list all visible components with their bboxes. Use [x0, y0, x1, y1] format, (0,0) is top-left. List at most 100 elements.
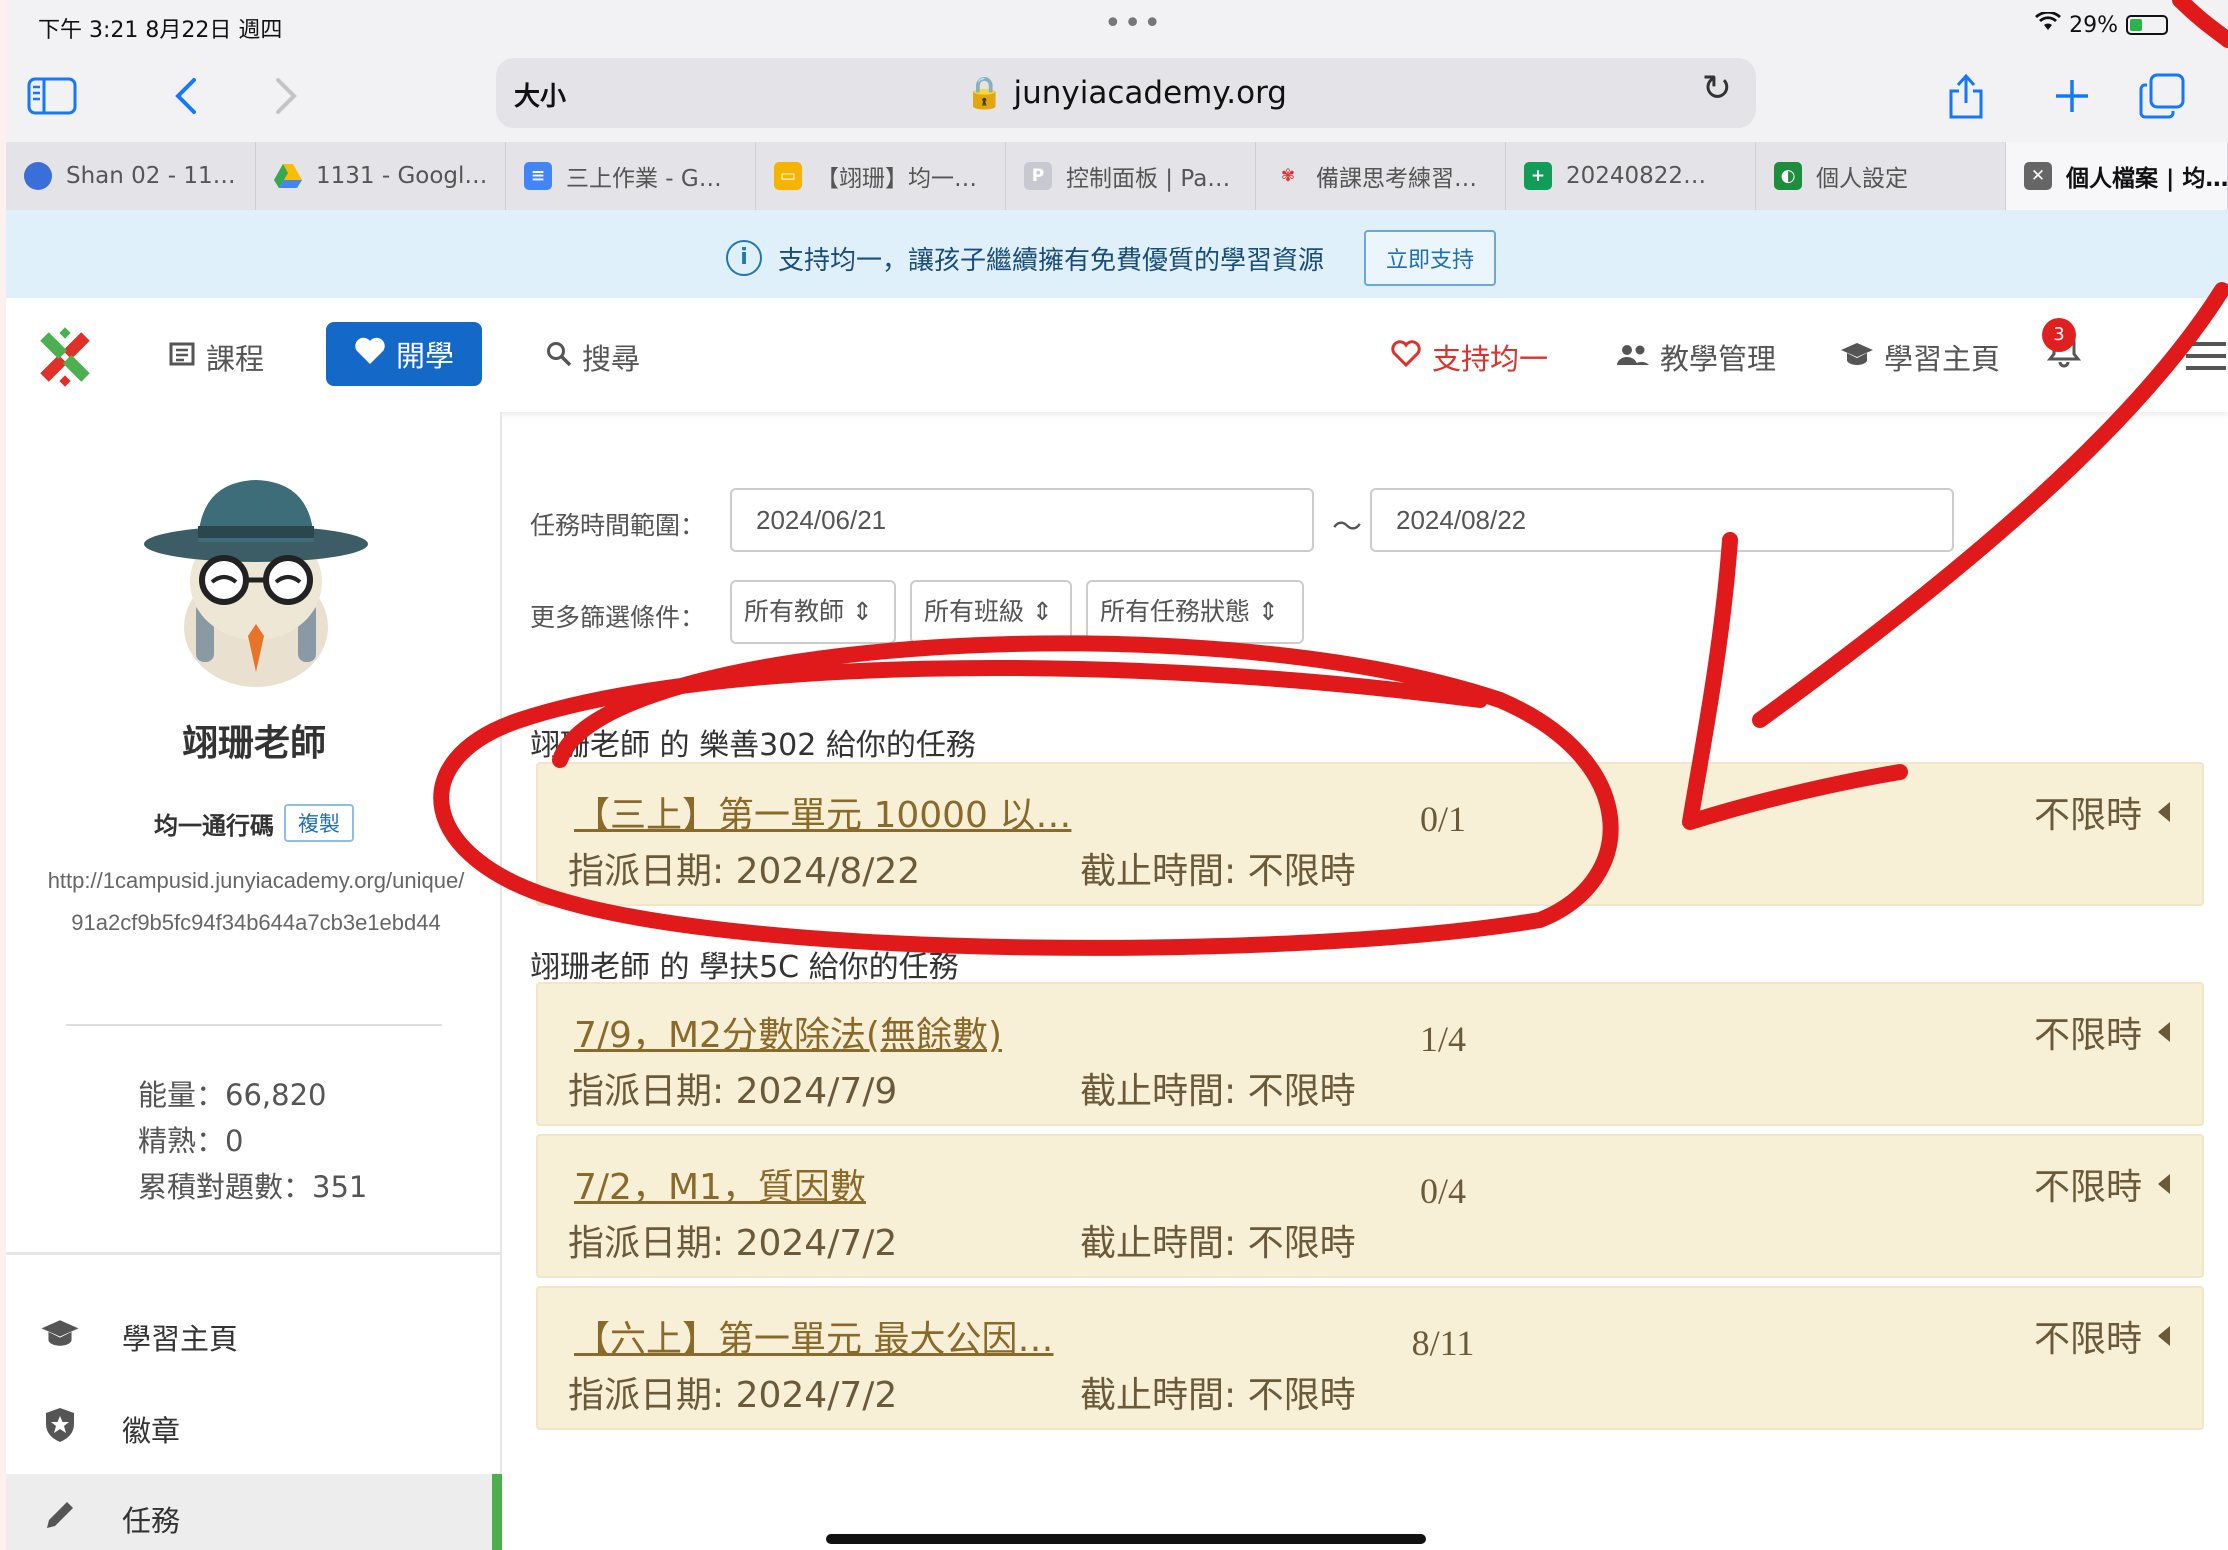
- task-deadline: 截止時間: 不限時: [1080, 1375, 1356, 1416]
- reload-icon[interactable]: ↻: [1702, 68, 1732, 109]
- pencil-icon: [38, 1498, 82, 1541]
- task-assigned-date: 指派日期: 2024/7/9: [568, 1071, 898, 1112]
- close-tab-icon[interactable]: ✕: [2024, 162, 2052, 190]
- url-text: 🔒 junyiacademy.org: [965, 75, 1287, 111]
- task-deadline: 截止時間: 不限時: [1080, 851, 1356, 892]
- lock-icon: 🔒: [965, 75, 1004, 111]
- teacher-select[interactable]: 所有教師 ⇕: [730, 580, 896, 644]
- google-docs-icon: ≡: [524, 162, 552, 190]
- copy-button[interactable]: 複製: [284, 804, 354, 842]
- info-icon: i: [726, 240, 762, 276]
- task-progress: 1/4: [1419, 1019, 1466, 1059]
- sidebar-toggle-icon[interactable]: [22, 66, 82, 126]
- support-banner: i 支持均一，讓孩子繼續擁有免費優質的學習資源 立即支持: [6, 210, 2228, 298]
- home-indicator[interactable]: [826, 1534, 1426, 1544]
- sidebar-item-badges[interactable]: 徽章: [6, 1384, 502, 1474]
- tab-overview-icon[interactable]: [2132, 66, 2192, 126]
- task-time-limit[interactable]: 不限時: [2034, 1310, 2170, 1362]
- group-title: 翊珊老師 的 樂善302 給你的任務: [530, 728, 976, 763]
- profile-sidebar: 翊珊老師 均一通行碼 複製 http://1campusid.junyiacad…: [6, 412, 502, 1550]
- nav-support-junyi[interactable]: 支持均一: [1390, 336, 1548, 378]
- tab-google-sheets[interactable]: +20240822…: [1506, 142, 1756, 210]
- task-title-link[interactable]: 7/2，M1，質因數: [574, 1158, 866, 1210]
- new-tab-icon[interactable]: [2042, 66, 2102, 126]
- nav-courses[interactable]: 課程: [168, 336, 264, 378]
- hamburger-menu-icon[interactable]: [2186, 342, 2226, 378]
- google-classroom-icon: ◐: [1774, 162, 1802, 190]
- battery-percent: 29%: [2069, 12, 2118, 38]
- tab-google-slides[interactable]: ▭ 【翊珊】均一…: [756, 142, 1006, 210]
- google-drive-icon: [274, 162, 302, 190]
- sidebar-item-tasks[interactable]: 任務: [6, 1474, 502, 1550]
- task-progress: 8/11: [1411, 1323, 1475, 1363]
- battery-icon: [2126, 15, 2168, 35]
- sidebar-item-learning-home[interactable]: 學習主頁: [6, 1292, 502, 1382]
- tasks-panel: 任務時間範圍： 2024/06/21 ～ 2024/08/22 更多篩選條件： …: [502, 412, 2228, 1550]
- divider: [6, 1252, 502, 1255]
- junyi-logo-icon[interactable]: [34, 326, 96, 388]
- avatar[interactable]: [136, 452, 376, 692]
- tab-junyi-practice[interactable]: ✾ 備課思考練習…: [1256, 142, 1506, 210]
- task-deadline: 截止時間: 不限時: [1080, 1071, 1356, 1112]
- junyi-pass-row: 均一通行碼 複製: [6, 804, 502, 842]
- ipad-screen: 下午 3:21 8月22日 週四 ••• 29% 大小 🔒 junyiacade…: [6, 0, 2228, 1550]
- nav-learning-home[interactable]: 學習主頁: [1840, 336, 2000, 378]
- pass-label: 均一通行碼: [154, 811, 274, 840]
- task-time-limit[interactable]: 不限時: [2034, 1006, 2170, 1058]
- task-assigned-date: 指派日期: 2024/7/2: [568, 1375, 898, 1416]
- group-title: 翊珊老師 的 學扶5C 給你的任務: [530, 950, 959, 985]
- class-select[interactable]: 所有班級 ⇕: [910, 580, 1072, 644]
- tab-shan[interactable]: Shan 02 - 11…: [6, 142, 256, 210]
- caret-left-icon: [2158, 1326, 2170, 1346]
- task-title-link[interactable]: 7/9，M2分數除法(無餘數): [574, 1006, 1002, 1058]
- tab-google-docs[interactable]: ≡ 三上作業 - G…: [506, 142, 756, 210]
- multitasking-dots-icon[interactable]: •••: [1104, 6, 1163, 41]
- share-icon[interactable]: [1936, 66, 1996, 126]
- caret-left-icon: [2158, 1022, 2170, 1042]
- junyi-icon: ✾: [1280, 166, 1296, 186]
- notification-bell[interactable]: 3: [2042, 318, 2082, 372]
- forward-icon[interactable]: [256, 66, 316, 126]
- site-navbar: 課程 開學 搜尋 支持均一 教學管理 學習主頁 3: [6, 298, 2228, 412]
- tab-google-drive[interactable]: 1131 - Googl…: [256, 142, 506, 210]
- status-select[interactable]: 所有任務狀態 ⇕: [1086, 580, 1304, 644]
- chrome-icon: [24, 162, 52, 190]
- start-date-input[interactable]: 2024/06/21: [730, 488, 1314, 552]
- google-sheets-icon: +: [1524, 162, 1552, 190]
- browser-toolbar: 大小 🔒 junyiacademy.org ↻: [6, 54, 2228, 142]
- nav-teach-button[interactable]: 開學: [326, 322, 482, 386]
- task-time-limit[interactable]: 不限時: [2034, 786, 2170, 838]
- graduation-cap-icon: [1840, 340, 1874, 374]
- search-icon: [546, 340, 572, 374]
- task-card[interactable]: 【六上】第一單元 最大公因… 8/11 指派日期: 2024/7/2 截止時間:…: [536, 1286, 2204, 1430]
- task-card[interactable]: 7/2，M1，質因數 0/4 指派日期: 2024/7/2 截止時間: 不限時 …: [536, 1134, 2204, 1278]
- task-card[interactable]: 7/9，M2分數除法(無餘數) 1/4 指派日期: 2024/7/9 截止時間:…: [536, 982, 2204, 1126]
- nav-search[interactable]: 搜尋: [546, 336, 640, 378]
- tab-padlet[interactable]: P 控制面板 | Pa…: [1006, 142, 1256, 210]
- padlet-icon: P: [1024, 162, 1052, 190]
- tab-classroom[interactable]: ◐ 個人設定: [1756, 142, 2006, 210]
- end-date-input[interactable]: 2024/08/22: [1370, 488, 1954, 552]
- back-icon[interactable]: [156, 66, 216, 126]
- support-now-button[interactable]: 立即支持: [1364, 230, 1497, 286]
- tab-profile-active[interactable]: ✕ 個人檔案 | 均…: [2006, 142, 2228, 210]
- task-title-link[interactable]: 【三上】第一單元 10000 以…: [574, 786, 1071, 838]
- heart-outline-icon: [1390, 339, 1422, 375]
- task-time-limit[interactable]: 不限時: [2034, 1158, 2170, 1210]
- chevron-updown-icon: ⇕: [1031, 597, 1053, 626]
- status-right: 29%: [2035, 10, 2168, 38]
- people-icon: [1616, 340, 1650, 374]
- nav-teaching-management[interactable]: 教學管理: [1616, 336, 1776, 378]
- task-card[interactable]: 【三上】第一單元 10000 以… 0/1 指派日期: 2024/8/22 截止…: [536, 762, 2204, 906]
- profile-stats: 能量：66,820 精熟：0 累積對題數：351: [138, 1072, 367, 1210]
- divider: [66, 1024, 442, 1026]
- address-bar[interactable]: 大小 🔒 junyiacademy.org ↻: [496, 58, 1756, 128]
- status-time: 下午 3:21 8月22日 週四: [38, 18, 283, 43]
- google-slides-icon: ▭: [774, 162, 802, 190]
- task-deadline: 截止時間: 不限時: [1080, 1223, 1356, 1264]
- task-title-link[interactable]: 【六上】第一單元 最大公因…: [574, 1310, 1053, 1362]
- book-icon: [168, 340, 196, 375]
- stat-mastery: 精熟：0: [138, 1124, 244, 1158]
- stat-answers: 累積對題數：351: [138, 1170, 368, 1204]
- task-assigned-date: 指派日期: 2024/8/22: [568, 851, 921, 892]
